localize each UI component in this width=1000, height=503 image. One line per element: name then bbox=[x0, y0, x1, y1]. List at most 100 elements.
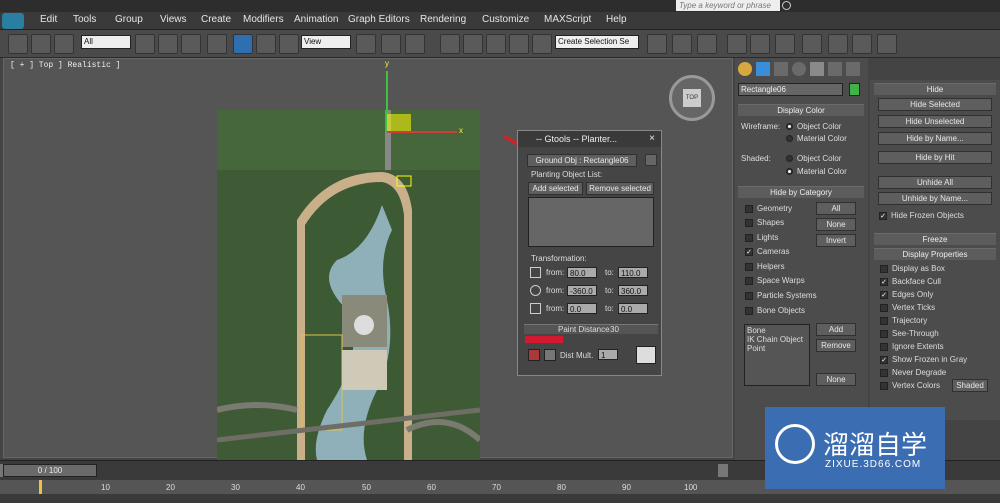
paint-brush-icon[interactable] bbox=[528, 349, 540, 361]
dist-mult-spinner[interactable]: 1 bbox=[598, 349, 618, 360]
hide-selected-button[interactable]: Hide Selected bbox=[878, 98, 992, 111]
select-manipulate-icon[interactable] bbox=[381, 34, 401, 54]
link-icon[interactable] bbox=[8, 34, 28, 54]
modify-tab-icon[interactable] bbox=[756, 62, 770, 76]
rendered-frame-window-icon[interactable] bbox=[852, 34, 872, 54]
shaded-object-color-radio[interactable] bbox=[786, 155, 793, 162]
ground-obj-button[interactable]: Ground Obj : Rectangle06 bbox=[527, 154, 637, 167]
category-shapes-checkbox[interactable] bbox=[745, 219, 753, 227]
shaded-material-color-radio[interactable] bbox=[786, 168, 793, 175]
close-icon[interactable]: × bbox=[646, 133, 658, 145]
hide-by-category-rollout[interactable]: Hide by Category bbox=[738, 186, 864, 198]
gtools-title-bar[interactable]: -- Gtools -- Planter... bbox=[518, 131, 661, 147]
menu-edit[interactable]: Edit bbox=[40, 14, 57, 25]
offset-to-spinner[interactable]: 0.0 bbox=[618, 303, 648, 314]
hide-unselected-button[interactable]: Hide Unselected bbox=[878, 115, 992, 128]
hide-frozen-objects-checkbox[interactable]: ✓ bbox=[879, 212, 887, 220]
create-tab-icon[interactable] bbox=[738, 62, 752, 76]
scale-to-spinner[interactable]: 110.0 bbox=[618, 267, 648, 278]
bind-space-warp-icon[interactable] bbox=[54, 34, 74, 54]
prev-frame-icon[interactable] bbox=[0, 464, 3, 477]
render-production-icon[interactable] bbox=[877, 34, 897, 54]
hammer-icon[interactable] bbox=[846, 62, 860, 76]
ignore-extents-checkbox[interactable] bbox=[880, 343, 888, 351]
category-geometry-checkbox[interactable] bbox=[745, 205, 753, 213]
menu-views[interactable]: Views bbox=[160, 14, 187, 25]
menu-customize[interactable]: Customize bbox=[482, 14, 529, 25]
time-slider-thumb[interactable]: 0 / 100 bbox=[3, 464, 97, 477]
rotate-to-spinner[interactable]: 360.0 bbox=[618, 285, 648, 296]
unhide-by-name-button[interactable]: Unhide by Name... bbox=[878, 192, 992, 205]
planting-object-list[interactable] bbox=[528, 197, 654, 247]
app-logo-icon[interactable] bbox=[2, 13, 24, 29]
named-selection-set-select[interactable]: Create Selection Se bbox=[555, 35, 639, 49]
search-icon[interactable] bbox=[782, 1, 791, 10]
hide-rollout[interactable]: Hide bbox=[874, 83, 996, 95]
spinner-snap-icon[interactable] bbox=[509, 34, 529, 54]
viewcube[interactable]: TOP bbox=[669, 75, 715, 121]
object-color-swatch[interactable] bbox=[849, 83, 860, 96]
select-scale-icon[interactable] bbox=[279, 34, 299, 54]
display-color-rollout[interactable]: Display Color bbox=[738, 104, 864, 116]
paint-distance-slider[interactable] bbox=[525, 336, 563, 343]
menu-group[interactable]: Group bbox=[115, 14, 143, 25]
display-tab-icon[interactable] bbox=[810, 62, 824, 76]
category-space-warps-checkbox[interactable] bbox=[745, 277, 753, 285]
category-bone-objects-checkbox[interactable] bbox=[745, 307, 753, 315]
keyboard-shortcut-icon[interactable] bbox=[405, 34, 425, 54]
shaded-button[interactable]: Shaded bbox=[952, 379, 988, 392]
offset-from-spinner[interactable]: 0.0 bbox=[567, 303, 597, 314]
move-gizmo-plane-handle[interactable] bbox=[387, 114, 411, 131]
select-object-icon[interactable] bbox=[135, 34, 155, 54]
menu-help[interactable]: Help bbox=[606, 14, 627, 25]
vertex-colors-checkbox[interactable] bbox=[880, 382, 888, 390]
unlink-icon[interactable] bbox=[31, 34, 51, 54]
utilities-tab-icon[interactable] bbox=[828, 62, 842, 76]
trajectory-checkbox[interactable] bbox=[880, 317, 888, 325]
select-by-name-icon[interactable] bbox=[158, 34, 178, 54]
angle-snap-icon[interactable] bbox=[463, 34, 483, 54]
category-all-button[interactable]: All bbox=[816, 202, 856, 215]
category-list[interactable]: Bone IK Chain Object Point bbox=[744, 324, 810, 386]
menu-graph-editors[interactable]: Graph Editors bbox=[348, 14, 410, 25]
category-remove-button[interactable]: Remove bbox=[816, 339, 856, 352]
category-lights-checkbox[interactable] bbox=[745, 234, 753, 242]
motion-tab-icon[interactable] bbox=[792, 62, 806, 76]
remove-selected-button[interactable]: Remove selected bbox=[586, 182, 654, 195]
help-search-input[interactable]: Type a keyword or phrase bbox=[676, 0, 780, 11]
layer-manager-icon[interactable] bbox=[697, 34, 717, 54]
menu-animation[interactable]: Animation bbox=[294, 14, 338, 25]
rectangle-selection-icon[interactable] bbox=[181, 34, 201, 54]
category-particle-systems-checkbox[interactable] bbox=[745, 292, 753, 300]
schematic-view-icon[interactable] bbox=[775, 34, 795, 54]
backface-cull-checkbox[interactable]: ✓ bbox=[880, 278, 888, 286]
category-add-button[interactable]: Add bbox=[816, 323, 856, 336]
select-move-icon[interactable] bbox=[233, 34, 253, 54]
render-setup-icon[interactable] bbox=[828, 34, 848, 54]
menu-rendering[interactable]: Rendering bbox=[420, 14, 466, 25]
pick-icon[interactable] bbox=[645, 154, 657, 166]
wireframe-material-color-radio[interactable] bbox=[786, 135, 793, 142]
wireframe-object-color-radio[interactable] bbox=[786, 123, 793, 130]
category-list-none-button[interactable]: None bbox=[816, 373, 856, 386]
category-none-button[interactable]: None bbox=[816, 218, 856, 231]
list-item[interactable]: Point bbox=[747, 344, 807, 353]
select-rotate-icon[interactable] bbox=[256, 34, 276, 54]
scale-from-spinner[interactable]: 80.0 bbox=[567, 267, 597, 278]
menu-modifiers[interactable]: Modifiers bbox=[243, 14, 284, 25]
curve-editor-icon[interactable] bbox=[750, 34, 770, 54]
unhide-all-button[interactable]: Unhide All bbox=[878, 176, 992, 189]
snaps-toggle-icon[interactable] bbox=[440, 34, 460, 54]
paint-pencil-icon[interactable] bbox=[636, 346, 656, 364]
see-through-checkbox[interactable] bbox=[880, 330, 888, 338]
paint-settings-icon[interactable] bbox=[544, 349, 556, 361]
category-invert-button[interactable]: Invert bbox=[816, 234, 856, 247]
percent-snap-icon[interactable] bbox=[486, 34, 506, 54]
selection-filter-select[interactable]: All bbox=[81, 35, 131, 49]
hierarchy-tab-icon[interactable] bbox=[774, 62, 788, 76]
add-selected-button[interactable]: Add selected bbox=[528, 182, 583, 195]
object-name-field[interactable]: Rectangle06 bbox=[738, 83, 843, 96]
align-icon[interactable] bbox=[672, 34, 692, 54]
graphite-tools-icon[interactable] bbox=[727, 34, 747, 54]
vertex-ticks-checkbox[interactable] bbox=[880, 304, 888, 312]
